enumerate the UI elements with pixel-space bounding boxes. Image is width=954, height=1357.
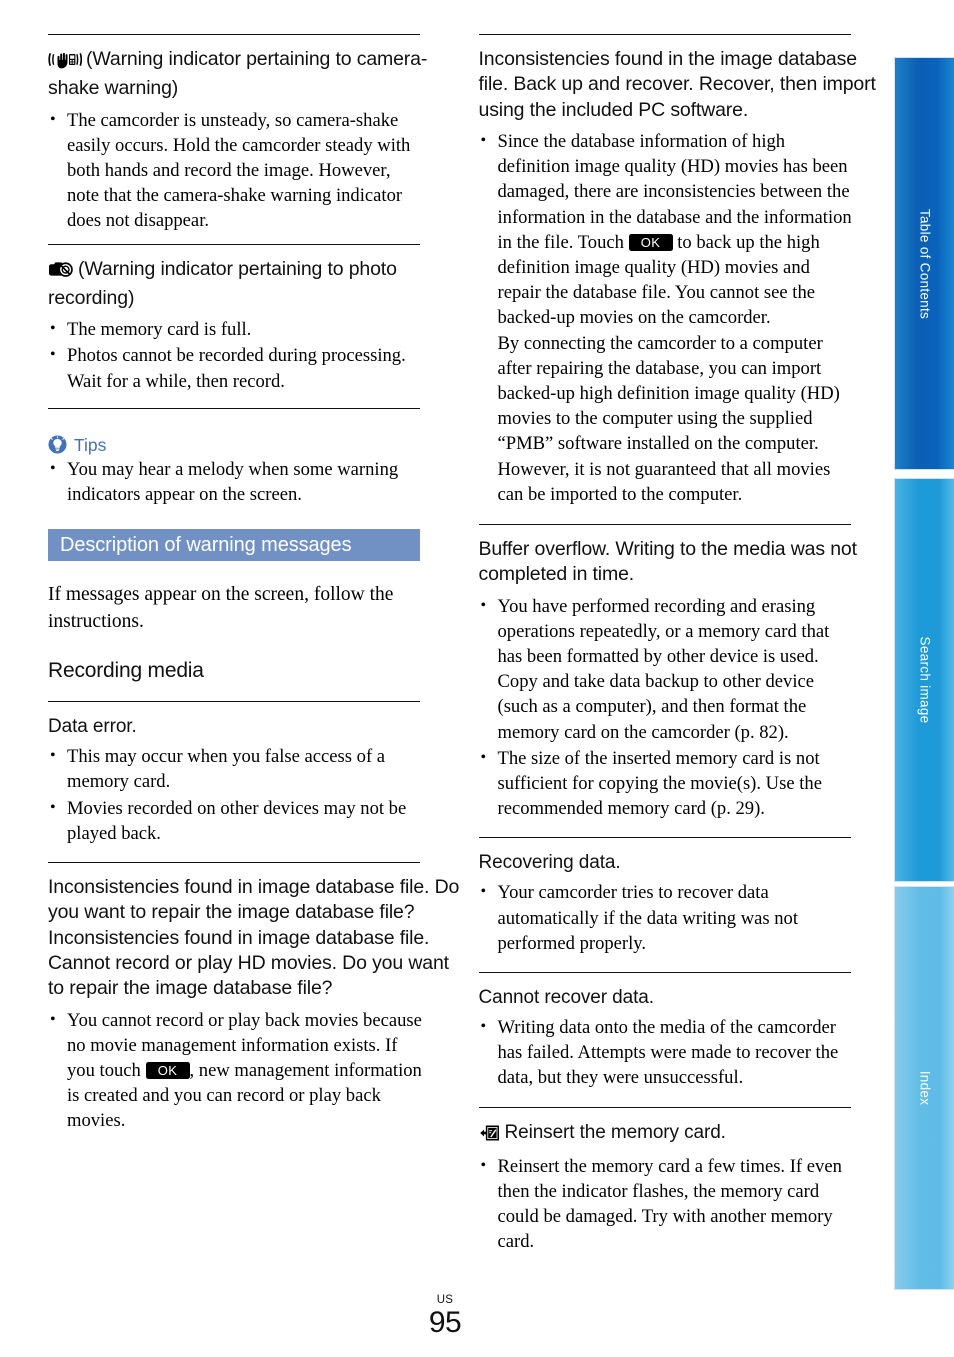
reinsert-memory-card-icon [479,1124,501,1149]
section-banner: Description of warning messages [48,529,420,562]
list-item: The memory card is full. [48,316,422,342]
manual-page: (Warning indicator pertaining to camera-… [0,0,954,1357]
list-item: You may hear a melody when some warning … [48,456,422,507]
buffer-overflow-bullets: You have performed recording and erasing… [479,593,853,822]
warning-heading-photo-recording: (Warning indicator pertaining to photo r… [48,257,460,312]
photo-recording-warning-icon [48,260,74,286]
list-item: Since the database information of high d… [479,128,853,507]
warning-heading-camera-shake-text: (Warning indicator pertaining to camera-… [48,48,428,100]
side-tab-table-of-contents-label: Table of Contents [917,208,932,319]
left-column: (Warning indicator pertaining to camera-… [48,0,460,1290]
section-intro: If messages appear on the screen, follow… [48,584,394,633]
side-tab-search-image[interactable]: Search image [894,478,954,882]
tips-label: Tips [74,434,107,455]
side-tab-index[interactable]: Index [894,886,954,1290]
camera-shake-bullets: The camcorder is unsteady, so camera-sha… [48,107,422,234]
side-tab-index-label: Index [917,1070,932,1106]
divider [48,407,420,409]
divider [478,837,851,839]
list-item: Writing data onto the media of the camco… [479,1014,853,1091]
ok-button-glyph: OK [145,1061,190,1079]
message-heading-recovering-data: Recovering data. [478,852,621,874]
message-heading-inconsistencies-1: Inconsistencies found in image database … [48,876,460,924]
list-item: This may occur when you false access of … [48,743,422,794]
reinsert-memory-card-bullets: Reinsert the memory card a few times. If… [479,1153,853,1255]
divider [48,701,420,703]
warning-heading-photo-recording-text: (Warning indicator pertaining to photo r… [48,257,397,309]
section-banner-title: Description of warning messages [60,534,352,557]
message-heading-data-error: Data error. [48,716,137,738]
list-item: You cannot record or play back movies be… [48,1007,422,1134]
divider [478,34,851,35]
side-tab-search-image-label: Search image [917,636,932,724]
list-item: The camcorder is unsteady, so camera-sha… [48,107,422,234]
camera-shake-warning-icon [48,50,83,76]
tips-bullets: You may hear a melody when some warning … [48,456,422,507]
list-item: Movies recorded on other devices may not… [48,795,422,846]
message-heading-reinsert-memory-card-text: Reinsert the memory card. [504,1121,726,1143]
recovering-data-bullets: Your camcorder tries to recover data aut… [479,879,853,956]
page-number: 95 [428,1306,462,1339]
tips-header: Tips [48,435,460,455]
cannot-recover-data-bullets: Writing data onto the media of the camco… [479,1014,853,1091]
group-heading-recording-media: Recording media [48,659,204,683]
list-item: You have performed recording and erasing… [479,593,853,745]
divider [478,523,851,525]
side-tab-strip: Table of Contents Search image Index [890,57,954,1290]
right-column: Inconsistencies found in the image datab… [478,0,891,1290]
divider [478,1106,851,1108]
divider [478,971,851,973]
list-item: Your camcorder tries to recover data aut… [479,879,853,956]
bullet-text-part-3: By connecting the camcorder to a compute… [497,332,840,505]
message-heading-buffer-overflow: Buffer overflow. Writing to the media wa… [478,537,858,586]
data-error-bullets: This may occur when you false access of … [48,743,422,846]
photo-recording-bullets: The memory card is full. Photos cannot b… [48,316,422,394]
message-heading-inconsistencies-2: Inconsistencies found in image database … [48,926,449,1000]
lightbulb-tips-icon [48,435,67,454]
db-backup-recover-bullets: Since the database information of high d… [479,128,853,507]
list-item: The size of the inserted memory card is … [479,745,853,822]
list-item: Photos cannot be recorded during process… [48,342,422,393]
divider [48,862,420,864]
message-heading-db-backup-recover: Inconsistencies found in the image datab… [478,48,876,121]
divider [48,34,420,35]
page-columns: (Warning indicator pertaining to camera-… [0,0,890,1290]
warning-heading-camera-shake: (Warning indicator pertaining to camera-… [48,47,460,102]
page-footer: US 95 [0,1294,890,1338]
list-item: Reinsert the memory card a few times. If… [479,1153,853,1255]
inconsistencies-bullets: You cannot record or play back movies be… [48,1007,422,1134]
ok-button-glyph: OK [628,233,673,251]
side-tab-table-of-contents[interactable]: Table of Contents [894,57,954,470]
divider [48,243,420,245]
message-heading-cannot-recover-data: Cannot recover data. [478,986,655,1008]
message-heading-reinsert-memory-card: Reinsert the memory card. [479,1120,891,1149]
